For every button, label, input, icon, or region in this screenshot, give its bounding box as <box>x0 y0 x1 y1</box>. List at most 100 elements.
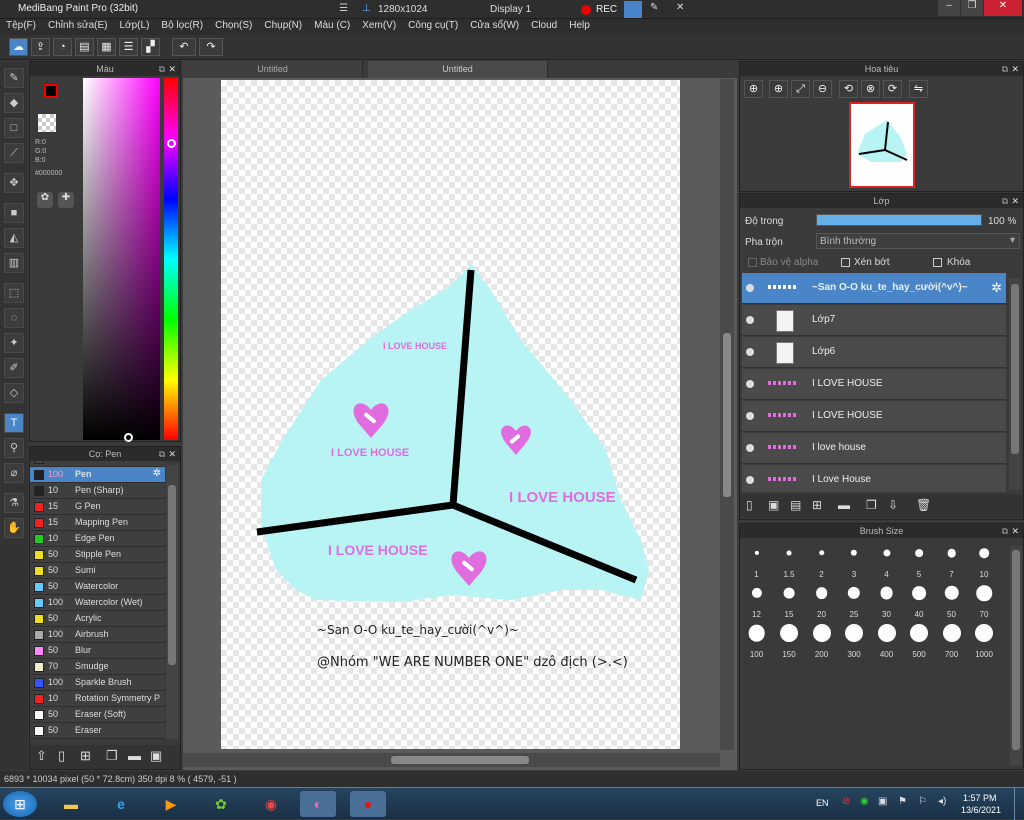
brush-size-option[interactable]: 5 <box>903 541 936 579</box>
close-panel-icon[interactable]: ✕ <box>168 62 176 76</box>
app-icon[interactable]: ✿ <box>203 791 239 817</box>
redo-icon[interactable]: ↷ <box>199 38 223 56</box>
detach-icon[interactable]: ⧉ <box>1002 62 1008 76</box>
media-icon[interactable]: ▶ <box>153 791 189 817</box>
fit-icon[interactable]: ⤢ <box>791 80 810 98</box>
gradient-tool-icon[interactable]: ▥ <box>4 253 24 273</box>
gear-icon[interactable]: ✲ <box>153 468 161 479</box>
brush-item[interactable]: 50 Stipple Pen <box>30 547 165 563</box>
page-icon[interactable]: ▦ <box>97 38 116 56</box>
brush-size-option[interactable]: 40 <box>903 581 936 619</box>
menu-item-5[interactable]: Chụp(N) <box>258 19 308 35</box>
export-icon[interactable]: ⇪ <box>31 38 50 56</box>
layer-row[interactable]: ~San O-O ku_te_hay_cười(^v^)~ ✲ <box>742 273 1006 304</box>
tray-icon-2[interactable]: ◉ <box>860 796 869 807</box>
rotate-right-icon[interactable]: ⟳ <box>883 80 902 98</box>
show-desktop-button[interactable] <box>1014 788 1024 820</box>
brush-item[interactable]: 100 Airbrush <box>30 627 165 643</box>
close-panel-icon[interactable]: ✕ <box>168 447 176 461</box>
brush-size-option[interactable]: 7 <box>935 541 968 579</box>
brush-size-option[interactable]: 4 <box>870 541 903 579</box>
brush-size-option[interactable]: 15 <box>773 581 806 619</box>
eyedropper-icon[interactable]: ⌀ <box>4 463 24 483</box>
network-icon[interactable]: ⚑ <box>898 796 907 807</box>
new-8bit-icon[interactable]: ▤ <box>790 498 801 512</box>
brush-tool-icon[interactable]: ✎ <box>4 68 24 88</box>
menu-item-8[interactable]: Công cụ(T) <box>402 19 464 35</box>
shape-tool-icon[interactable]: □ <box>4 118 24 138</box>
language-indicator[interactable]: EN <box>816 798 829 808</box>
clock-time[interactable]: 1:57 PM <box>963 793 997 803</box>
pen-icon[interactable]: ✎ <box>650 2 658 13</box>
brush-size-option[interactable]: 700 <box>935 621 968 659</box>
menu-item-10[interactable]: Cloud <box>525 19 563 35</box>
brush-item[interactable]: 10 Rotation Symmetry P <box>30 691 165 707</box>
brush-item[interactable]: 100 Watercolor (Wet) <box>30 595 165 611</box>
brush-item[interactable]: 10 Edge Pen <box>30 531 165 547</box>
close-overlay-icon[interactable]: ✕ <box>676 2 684 13</box>
visibility-icon[interactable] <box>746 284 754 292</box>
brush-item[interactable]: 50 Watercolor <box>30 579 165 595</box>
detach-icon[interactable]: ⧉ <box>1002 524 1008 538</box>
volume-icon[interactable]: ◂) <box>938 796 946 807</box>
duplicate-icon[interactable]: ❐ <box>106 748 118 764</box>
layer-folder-icon[interactable]: ▬ <box>838 498 850 512</box>
duplicate-layer-icon[interactable]: ❐ <box>866 498 877 512</box>
menu-item-7[interactable]: Xem(V) <box>356 19 402 35</box>
brush-size-option[interactable]: 200 <box>805 621 838 659</box>
brush-item[interactable]: 15 Mapping Pen <box>30 515 165 531</box>
brush-size-option[interactable]: 500 <box>903 621 936 659</box>
color-handle[interactable] <box>124 433 133 442</box>
new-halftone-icon[interactable]: ▣ <box>768 498 779 512</box>
layer-row[interactable]: Lớp6 <box>742 337 1006 368</box>
select-rect-icon[interactable]: ⬚ <box>4 283 24 303</box>
brush-size-option[interactable]: 300 <box>838 621 871 659</box>
lock-checkbox[interactable] <box>933 258 942 267</box>
brush-size-option[interactable]: 20 <box>805 581 838 619</box>
detach-icon[interactable]: ⧉ <box>159 62 165 76</box>
layer-scrollbar[interactable] <box>1009 278 1021 490</box>
panel-icon[interactable]: ▤ <box>75 38 94 56</box>
chrome-icon[interactable]: ◉ <box>253 791 289 817</box>
palette-icon[interactable]: ✿ <box>37 192 53 208</box>
brush-size-option[interactable]: 25 <box>838 581 871 619</box>
line-tool-icon[interactable]: ⟋ <box>4 143 24 163</box>
minimize-button[interactable]: – <box>938 0 960 16</box>
select-eraser-icon[interactable]: ◇ <box>4 383 24 403</box>
brush-item[interactable]: 100 Pen ✲ <box>30 467 165 483</box>
palette-add-icon[interactable]: ✚ <box>58 192 74 208</box>
protect-alpha-checkbox[interactable] <box>748 258 757 267</box>
magic-wand-icon[interactable]: ✦ <box>4 333 24 353</box>
zoom-in-icon[interactable]: ⊕ <box>744 80 763 98</box>
menu-item-3[interactable]: Bộ lọc(R) <box>155 19 209 35</box>
flag-icon[interactable]: ⚐ <box>918 796 927 807</box>
canvas-hscroll[interactable] <box>183 753 720 767</box>
rotate-left-icon[interactable]: ⟲ <box>839 80 858 98</box>
brush-size-option[interactable]: 3 <box>838 541 871 579</box>
transparent-swatch[interactable] <box>38 114 56 132</box>
brush-item[interactable]: 15 G Pen <box>30 499 165 515</box>
visibility-icon[interactable] <box>746 476 754 484</box>
detach-icon[interactable]: ⧉ <box>159 447 165 461</box>
menu-icon[interactable]: ☰ <box>339 3 348 14</box>
add-layer-menu-icon[interactable]: ⊞ <box>812 498 822 512</box>
brush-item[interactable]: 50 Blur <box>30 643 165 659</box>
canvas-vscroll[interactable] <box>720 79 734 750</box>
flip-icon[interactable]: ⇋ <box>909 80 928 98</box>
visibility-icon[interactable] <box>746 444 754 452</box>
drawing-canvas[interactable]: I LOVE HOUSE I LOVE HOUSE I LOVE HOUSE I… <box>221 80 680 749</box>
menu-item-6[interactable]: Màu (C) <box>308 19 356 35</box>
close-button[interactable]: ✕ <box>984 0 1022 16</box>
tab-untitled-1[interactable]: Untitled <box>183 61 363 78</box>
reset-rotation-icon[interactable]: ⊗ <box>861 80 880 98</box>
comment-icon[interactable]: ◔ <box>53 38 72 56</box>
eraser-tool-icon[interactable]: ◆ <box>4 93 24 113</box>
rec-label[interactable]: REC <box>596 4 617 15</box>
start-button[interactable]: ⊞ <box>3 791 37 817</box>
menu-item-2[interactable]: Lớp(L) <box>114 19 156 35</box>
record-icon[interactable] <box>581 5 591 15</box>
navigator-thumbnail[interactable] <box>849 102 915 188</box>
grid-icon[interactable]: ▞ <box>141 38 160 56</box>
brush-size-option[interactable]: 150 <box>773 621 806 659</box>
layer-row[interactable]: Lớp7 <box>742 305 1006 336</box>
